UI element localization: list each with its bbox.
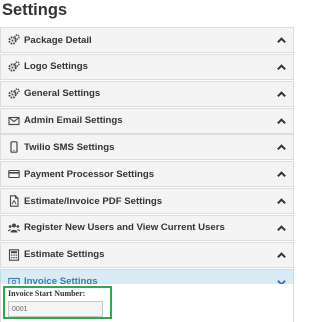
cogs-icon: [7, 33, 21, 47]
section-general-settings[interactable]: General Settings: [0, 80, 294, 107]
invoice-start-number-input[interactable]: [8, 301, 103, 317]
section-label: Twilio SMS Settings: [24, 141, 115, 153]
section-label: Estimate Settings: [24, 249, 105, 261]
section-label: Logo Settings: [24, 61, 88, 73]
chevron-up-icon[interactable]: [276, 223, 287, 234]
chevron-up-icon[interactable]: [276, 169, 287, 180]
invoice-start-number-label: Invoice Start Number:: [8, 289, 86, 298]
section-payment-processor-settings[interactable]: Payment Processor Settings: [0, 161, 294, 188]
section-label: Payment Processor Settings: [24, 168, 155, 180]
chevron-up-icon[interactable]: [276, 116, 287, 127]
section-label: General Settings: [24, 88, 101, 100]
mobile-icon: [7, 140, 21, 154]
chevron-up-icon[interactable]: [276, 196, 287, 207]
section-package-detail[interactable]: Package Detail: [0, 27, 294, 53]
credit-card-icon: [7, 167, 21, 181]
pdf-file-icon: [7, 194, 21, 208]
page-title: Settings: [2, 1, 68, 19]
chevron-up-icon[interactable]: [276, 35, 287, 46]
section-admin-email-settings[interactable]: Admin Email Settings: [0, 107, 294, 134]
section-estimate-settings[interactable]: Estimate Settings: [0, 241, 294, 268]
invoice-settings-panel: Invoice Start Number:: [0, 284, 294, 322]
section-label: Admin Email Settings: [24, 115, 123, 127]
chevron-up-icon[interactable]: [276, 142, 287, 153]
section-label: Package Detail: [24, 34, 92, 46]
users-icon: [7, 221, 21, 235]
chevron-up-icon[interactable]: [276, 89, 287, 100]
calculator-icon: [7, 248, 21, 262]
chevron-up-icon[interactable]: [276, 62, 287, 73]
section-logo-settings[interactable]: Logo Settings: [0, 53, 294, 80]
section-estimate-invoice-pdf-settings[interactable]: Estimate/Invoice PDF Settings: [0, 188, 294, 215]
section-twilio-sms-settings[interactable]: Twilio SMS Settings: [0, 134, 294, 161]
section-label: Estimate/Invoice PDF Settings: [24, 195, 163, 207]
section-label: Register New Users and View Current User…: [24, 222, 225, 234]
chevron-up-icon[interactable]: [276, 250, 287, 261]
settings-accordion: Package Detail Logo Settings General Set…: [0, 27, 294, 295]
cogs-icon: [7, 87, 21, 101]
cogs-icon: [7, 60, 21, 74]
envelope-icon: [7, 114, 21, 128]
section-register-users[interactable]: Register New Users and View Current User…: [0, 214, 294, 241]
invoice-start-number-group: Invoice Start Number:: [3, 286, 112, 319]
